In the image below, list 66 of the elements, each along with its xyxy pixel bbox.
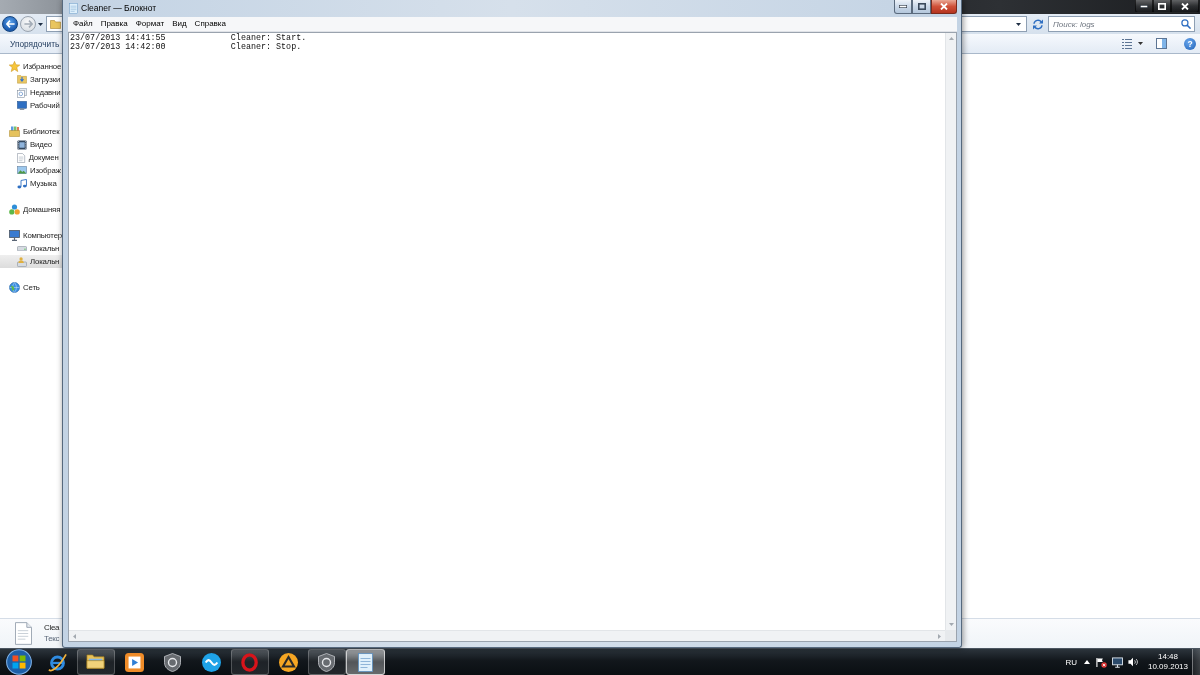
star-icon [9,61,20,72]
search-icon[interactable] [1181,19,1191,29]
stacked-pages-icon [17,87,27,98]
pane-layout-icon[interactable] [1156,38,1167,49]
text-line: 23/07/2013 14:42:00 Cleaner: Stop. [70,42,302,52]
picture-icon [17,166,27,175]
folder-arrow-icon [17,75,27,84]
taskbar-button[interactable] [346,649,385,675]
speaker-icon[interactable] [1128,657,1138,667]
minimize-button[interactable] [1135,0,1153,13]
scrollbar-corner [945,630,956,641]
film-icon [17,139,27,150]
taskbar-button[interactable] [76,649,115,675]
close-button[interactable] [931,0,957,14]
computer-icon [9,230,20,241]
view-options-button[interactable] [1119,36,1146,51]
clock-button[interactable]: 14:48 10.09.2013 [1146,649,1190,675]
folder-stack-icon [9,126,20,137]
search-field[interactable]: Поиск: logs [1048,16,1195,32]
start-orb-icon [6,649,32,675]
triangle-circle-icon [278,652,298,672]
minimize-icon [899,5,907,8]
monitor-icon[interactable] [1112,656,1123,668]
document-icon [15,622,32,645]
maximize-icon [917,3,926,10]
user-drive-icon [17,256,27,267]
taskbar-button[interactable] [307,649,346,675]
wave-circle-icon [201,652,221,672]
text-editor-field[interactable]: 23/07/2013 14:41:55 Cleaner: Start. 23/07/2013 14:42:00 Cleaner: Stop. [68,32,957,642]
drive-icon [17,245,27,252]
ring-icon [241,652,259,672]
right-arrow-icon [23,20,33,28]
globe-icon [9,282,20,293]
orbit-ring-icon [47,652,67,672]
language-indicator[interactable]: RU [1065,657,1077,667]
screen-icon [17,100,27,111]
close-icon [1181,2,1189,10]
window-title: Cleaner — Блокнот [81,2,157,15]
list-icon [1122,38,1132,49]
organize-button[interactable]: Упорядочить [8,36,62,51]
maximize-button[interactable] [1153,0,1171,13]
caret-icon[interactable] [38,22,43,26]
play-icon [124,652,144,672]
document-icon [17,152,26,163]
minimize-icon [1140,4,1148,8]
flag-icon[interactable] [1096,656,1107,668]
notepad-icon [357,652,373,672]
text-line: 23/07/2013 14:41:55 Cleaner: Start. [70,34,307,43]
dots-cluster-icon [9,204,20,215]
refresh-icon[interactable] [1032,18,1044,30]
close-button[interactable] [1171,0,1199,13]
file-name: Clea [44,623,60,633]
shield-icon [318,652,336,672]
up-triangle-icon[interactable] [1084,660,1090,664]
folder-icon [86,654,106,670]
file-type: Текс [44,634,60,644]
notepad-icon [69,3,78,14]
maximize-icon [1158,2,1166,10]
maximize-button[interactable] [912,0,931,14]
music-note-icon [17,178,27,189]
left-arrow-icon [5,20,15,28]
back-button[interactable] [2,16,18,32]
show-desktop-button[interactable] [1192,649,1200,675]
close-icon [940,3,948,10]
caret-icon [1138,42,1143,45]
shield-icon [164,652,182,672]
